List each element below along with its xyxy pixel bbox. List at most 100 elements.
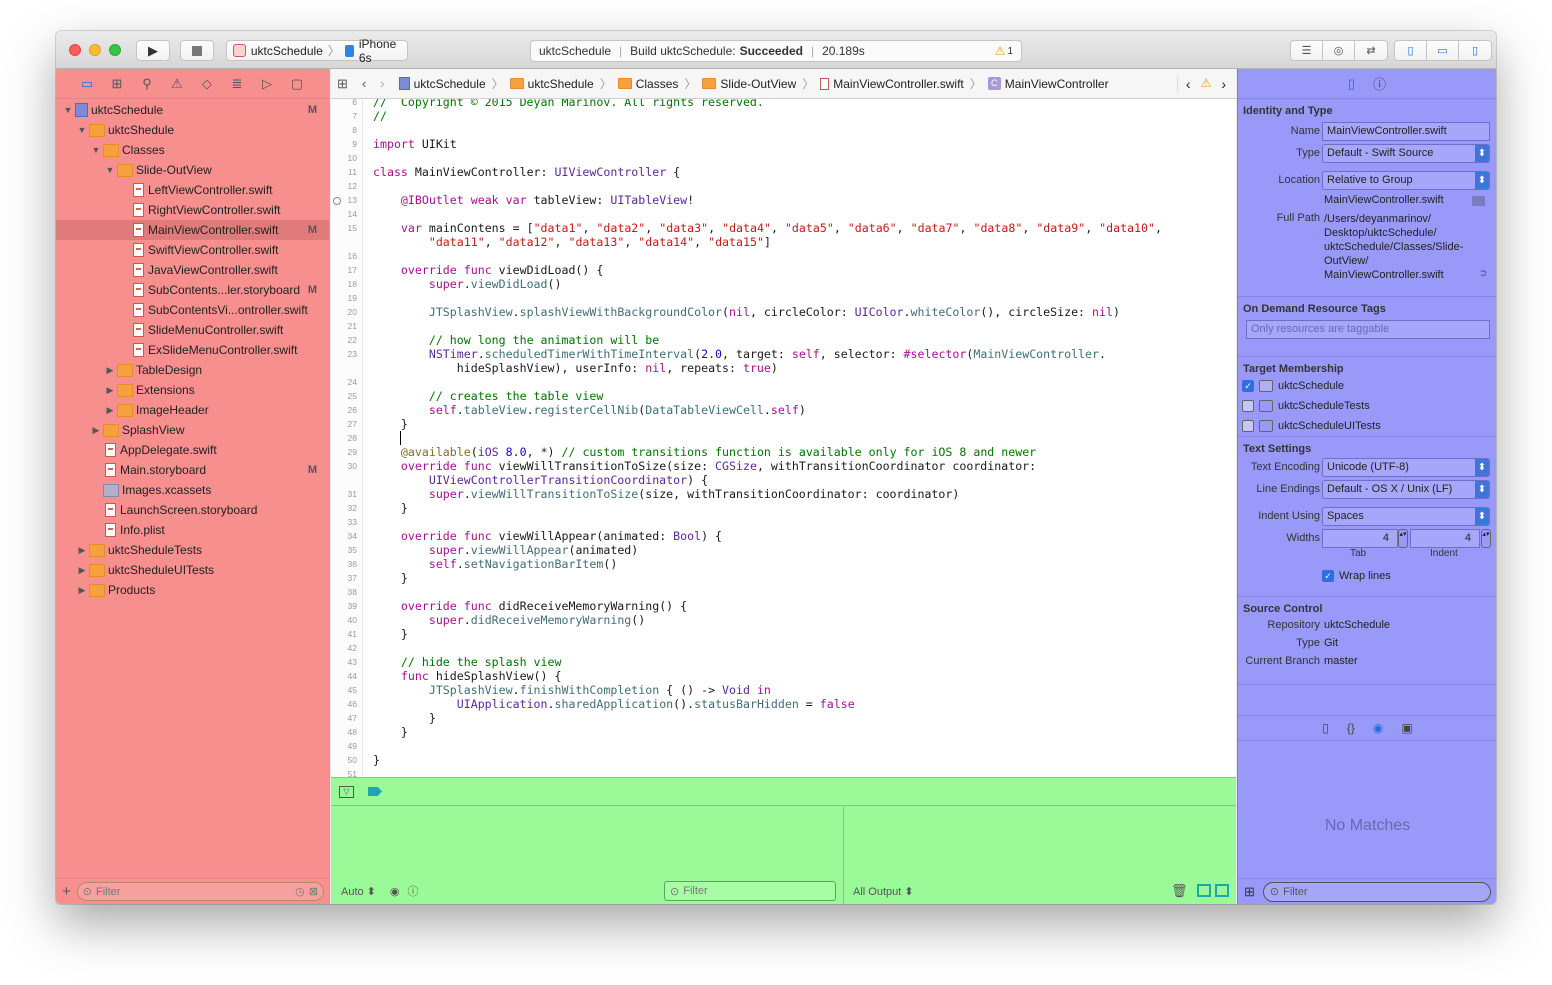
file-tree-row[interactable]: SlideMenuController.swift [56,320,329,340]
crumb-project[interactable]: uktcSchedule [398,77,486,91]
output-selector[interactable]: All Output ⬍ [853,885,914,898]
split-left-icon[interactable] [1197,884,1211,897]
standard-editor-icon[interactable]: ☰ [1291,41,1323,60]
forward-icon[interactable]: › [380,76,384,91]
disclosure-triangle-icon[interactable]: ▼ [104,165,116,175]
odr-tags-field[interactable]: Only resources are taggable [1246,320,1490,339]
crumb-slide-outview[interactable]: Slide-OutView [702,77,796,91]
tab-width-field[interactable]: 4 [1322,529,1398,548]
symbol-navigator-icon[interactable]: ⊞ [108,76,126,92]
file-tree-row[interactable]: RightViewController.swift [56,200,329,220]
file-tree-row[interactable]: ▶ ImageHeader [56,400,329,420]
file-tree-row[interactable]: SwiftViewController.swift [56,240,329,260]
assistant-editor-icon[interactable]: ◎ [1323,41,1355,60]
run-button[interactable]: ▶ [136,40,170,61]
hide-debug-area-icon[interactable]: ▽ [339,785,354,798]
target-row[interactable]: uktcScheduleTests [1238,396,1496,416]
crumb-group[interactable]: uktcShedule [509,77,594,91]
crumb-file[interactable]: MainViewController.swift [820,77,964,91]
recent-files-icon[interactable]: ◷ [295,885,305,898]
scm-filter-icon[interactable]: ⊠ [309,885,318,898]
target-checkbox[interactable]: ✓ [1242,380,1254,392]
variables-scope-selector[interactable]: Auto ⬍ [341,885,376,898]
report-navigator-icon[interactable]: ▢ [288,76,306,92]
close-window-button[interactable] [69,44,81,56]
variables-filter-input[interactable]: ⊙ Filter [664,881,836,901]
file-tree-row[interactable]: ▶ SplashView [56,420,329,440]
disclosure-triangle-icon[interactable]: ▶ [104,385,116,396]
breakpoint-activate-icon[interactable] [368,787,382,796]
debug-navigator-icon[interactable]: ≣ [228,76,246,92]
test-navigator-icon[interactable]: ◇ [198,76,216,92]
file-tree-row[interactable]: Main.storyboard M [56,460,329,480]
next-issue-icon[interactable]: › [1221,76,1226,92]
zoom-window-button[interactable] [109,44,121,56]
location-popup[interactable]: Relative to Group [1322,171,1490,190]
wrap-lines-checkbox[interactable]: ✓ [1322,570,1334,582]
file-tree-row[interactable]: ▼ uktcShedule [56,120,329,140]
outlet-connection-icon[interactable] [333,197,341,205]
object-library-icon[interactable]: ◉ [1373,721,1383,735]
code-area[interactable]: 6 7 8 9 10 11 12 13 14 15 16 17 18 19 20 21 22 23 24 25 26 27… [331,99,1236,777]
add-icon[interactable]: + [62,883,71,900]
indent-width-field[interactable]: 4 [1410,529,1480,548]
name-field[interactable]: MainViewController.swift [1322,122,1490,141]
disclosure-triangle-icon[interactable]: ▶ [76,585,88,596]
file-tree-row[interactable]: JavaViewController.swift [56,260,329,280]
disclosure-triangle-icon[interactable]: ▼ [90,145,102,155]
navigator-toggle-icon[interactable]: ▯ [1395,41,1427,60]
version-editor-icon[interactable]: ⇄ [1355,41,1387,60]
file-tree-row[interactable]: ▼ uktcSchedule M [56,100,329,120]
indent-popup[interactable]: Spaces [1322,507,1490,526]
minimize-window-button[interactable] [89,44,101,56]
disclosure-triangle-icon[interactable]: ▶ [104,365,116,376]
reveal-in-finder-icon[interactable]: ➲ [1479,268,1487,279]
tab-width-stepper[interactable]: ▴▾ [1398,529,1408,548]
crumb-symbol[interactable]: C MainViewController [987,77,1109,91]
crumb-classes[interactable]: Classes [617,77,678,91]
disclosure-triangle-icon[interactable]: ▼ [62,105,74,115]
project-navigator-icon[interactable]: ▭ [78,76,96,92]
file-tree-row[interactable]: ▶ Products [56,580,329,600]
disclosure-triangle-icon[interactable]: ▶ [76,545,88,556]
file-tree-row[interactable]: Info.plist [56,520,329,540]
file-tree-row[interactable]: LeftViewController.swift [56,180,329,200]
target-row[interactable]: ✓ uktcSchedule [1238,376,1496,396]
file-tree-row[interactable]: ▶ Extensions [56,380,329,400]
quick-help-icon[interactable]: ⓘ [1373,74,1386,93]
breakpoint-navigator-icon[interactable]: ▷ [258,76,276,92]
line-endings-popup[interactable]: Default - OS X / Unix (LF) [1322,480,1490,499]
grid-view-icon[interactable]: ⊞ [1244,884,1255,900]
navigator-filter-input[interactable]: ⊙ Filter ◷ ⊠ [76,882,324,901]
back-icon[interactable]: ‹ [362,76,366,91]
media-library-icon[interactable]: ▣ [1401,721,1412,735]
library-filter-input[interactable]: ⊙ Filter [1262,881,1491,902]
file-tree-row[interactable]: SubContentsVi...ontroller.swift [56,300,329,320]
utilities-toggle-icon[interactable]: ▯ [1459,41,1491,60]
target-checkbox[interactable] [1242,400,1254,412]
file-template-library-icon[interactable]: ▯ [1322,721,1329,735]
disclosure-triangle-icon[interactable]: ▶ [76,565,88,576]
file-tree-row[interactable]: LaunchScreen.storyboard [56,500,329,520]
info-icon[interactable]: ⓘ [408,883,419,899]
code-snippet-library-icon[interactable]: {} [1347,721,1355,735]
warning-indicator[interactable]: ⚠ 1 [995,44,1013,58]
file-tree-row[interactable]: ▶ uktcSheduleUITests [56,560,329,580]
warning-icon[interactable]: ⚠ [1201,76,1212,92]
target-checkbox[interactable] [1242,420,1254,432]
issue-navigator-icon[interactable]: ⚠ [168,76,186,92]
eye-icon[interactable]: ◉ [390,885,400,898]
trash-icon[interactable]: 🗑 [1171,883,1188,899]
stop-button[interactable] [180,40,214,61]
disclosure-triangle-icon[interactable]: ▼ [76,125,88,135]
target-row[interactable]: uktcScheduleUITests [1238,416,1496,436]
file-tree-row[interactable]: ▼ Slide-OutView [56,160,329,180]
related-items-icon[interactable]: ⊞ [337,76,348,92]
file-tree-row[interactable]: Images.xcassets [56,480,329,500]
file-tree-row[interactable]: SubContents...ler.storyboard M [56,280,329,300]
file-tree-row[interactable]: ▶ TableDesign [56,360,329,380]
find-navigator-icon[interactable]: ⚲ [138,76,156,92]
split-right-icon[interactable] [1215,884,1229,897]
disclosure-triangle-icon[interactable]: ▶ [104,405,116,416]
wrap-lines-row[interactable]: ✓ Wrap lines [1238,566,1496,586]
